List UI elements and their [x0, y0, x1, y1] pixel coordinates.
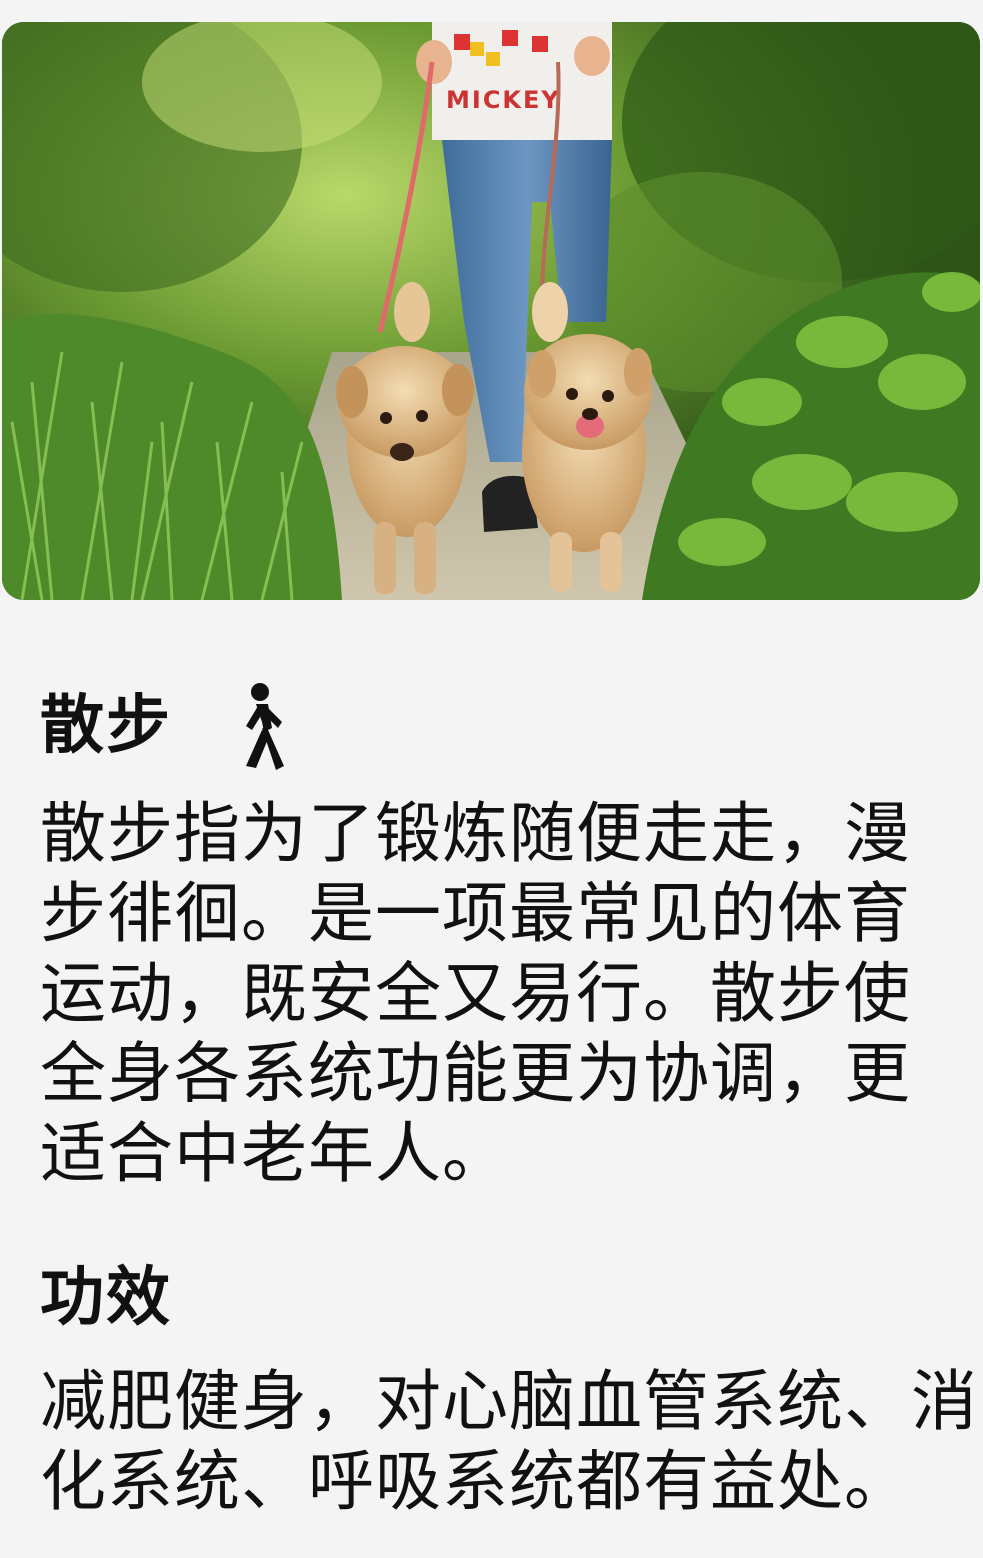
section-title-effect: 功效: [40, 1261, 172, 1335]
shirt-text: MICKEY: [446, 86, 561, 114]
walking-person-icon: [246, 683, 284, 770]
section-title-walk: 散步: [40, 689, 172, 763]
effect-description: 减肥健身，对心脑血管系统、消化系统、呼吸系统都有益处。: [40, 1363, 978, 1520]
walk-description: 散步指为了锻炼随便走走，漫步徘徊。是一项最常见的体育运动，既安全又易行。散步使全…: [40, 795, 911, 1192]
article-card: MICKEY 散步 散步指为了锻炼随便走走，漫步徘徊。是一项最常见的体育运动，既…: [0, 0, 983, 1558]
hero-photo-dog-walking: MICKEY: [2, 22, 980, 600]
